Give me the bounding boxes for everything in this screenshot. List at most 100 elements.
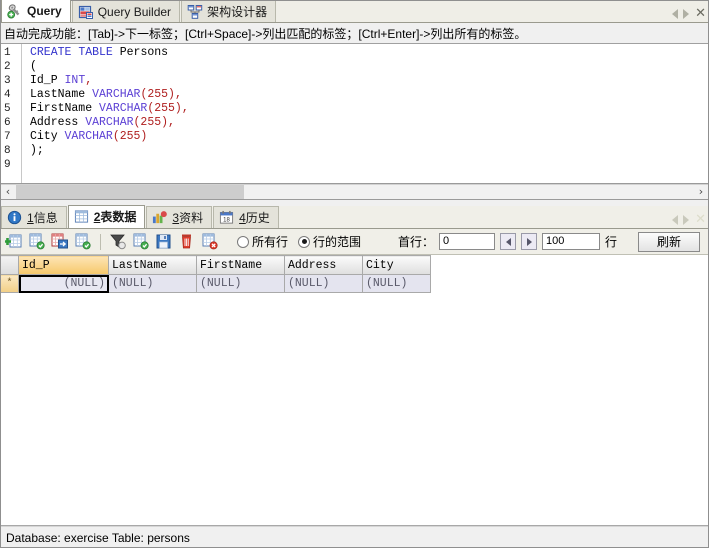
- sql-token: (255),: [147, 102, 189, 115]
- sql-token: (255),: [133, 116, 175, 129]
- sql-token: (: [30, 60, 37, 73]
- scroll-left-icon[interactable]: ‹: [0, 185, 16, 199]
- radio-all-rows[interactable]: 所有行: [237, 233, 288, 250]
- top-tab-strip: Query Query Builder 架构设计器 ✕: [0, 0, 709, 23]
- grid-cell-city[interactable]: (NULL): [362, 274, 431, 293]
- radio-row-range[interactable]: 行的范围: [298, 233, 361, 250]
- sql-editor[interactable]: 123456789 CREATE TABLE Persons(Id_P INT,…: [0, 44, 709, 184]
- grid-column-header-id_p[interactable]: Id_P: [18, 255, 109, 275]
- sql-token: LastName: [30, 88, 93, 101]
- top-strip-controls: ✕: [672, 7, 707, 20]
- sql-token: Address: [30, 116, 86, 129]
- add-row-icon[interactable]: [73, 232, 93, 252]
- result-tab-scroll-left-icon[interactable]: [672, 215, 679, 225]
- sql-line[interactable]: (: [30, 60, 709, 74]
- sql-line[interactable]: Id_P INT,: [30, 74, 709, 88]
- result-close-icon[interactable]: ✕: [694, 213, 707, 226]
- sql-token: Id_P: [30, 74, 65, 87]
- rows-unit-label: 行: [605, 235, 618, 249]
- result-tab-strip: 1信息 2表数据 3资料 18 4历史 ✕: [0, 205, 709, 229]
- sql-token: Persons: [119, 46, 169, 59]
- close-icon[interactable]: ✕: [694, 7, 707, 20]
- sql-line[interactable]: FirstName VARCHAR(255),: [30, 102, 709, 116]
- sql-line[interactable]: City VARCHAR(255): [30, 130, 709, 144]
- scrollbar-thumb[interactable]: [16, 185, 244, 199]
- grid-column-header-city[interactable]: City: [362, 255, 431, 275]
- sql-token: FirstName: [30, 102, 100, 115]
- sql-token: INT: [64, 74, 86, 87]
- sql-token: VARCHAR: [64, 130, 113, 143]
- line-number: 8: [4, 145, 11, 157]
- tab-profile-label: 资料: [179, 210, 204, 225]
- sql-line[interactable]: Address VARCHAR(255),: [30, 116, 709, 130]
- filter-icon[interactable]: [108, 232, 128, 252]
- tab-schema-designer-label: 架构设计器: [207, 4, 268, 19]
- radio-all-rows-dot: [237, 235, 249, 248]
- table-row[interactable]: * (NULL) (NULL) (NULL) (NULL) (NULL): [0, 274, 431, 293]
- delete-icon[interactable]: [177, 232, 197, 252]
- apply-row-icon[interactable]: [131, 232, 151, 252]
- grid-cell-lastname[interactable]: (NULL): [108, 274, 197, 293]
- sql-token: );: [30, 144, 44, 157]
- scrollbar-track[interactable]: [16, 185, 693, 199]
- row-count-input[interactable]: 100: [542, 233, 601, 250]
- sql-line[interactable]: [30, 158, 709, 172]
- tab-query-builder-label: Query Builder: [97, 4, 172, 19]
- insert-row-icon[interactable]: [4, 232, 24, 252]
- tab-query[interactable]: Query: [1, 0, 71, 22]
- data-toolbar: 所有行 行的范围 首行： 0 100 行 刷新: [0, 229, 709, 255]
- row-range-controls: 首行： 0 100 行: [398, 233, 617, 250]
- grid-column-header-address[interactable]: Address: [284, 255, 363, 275]
- tab-scroll-right-icon[interactable]: [683, 9, 690, 19]
- sql-code-text[interactable]: CREATE TABLE Persons(Id_P INT, LastName V…: [22, 44, 709, 183]
- tab-profile[interactable]: 3资料: [146, 206, 213, 228]
- tab-history[interactable]: 18 4历史: [213, 206, 279, 228]
- save-icon[interactable]: [154, 232, 174, 252]
- editor-horizontal-scrollbar[interactable]: ‹ ›: [0, 184, 709, 200]
- tab-schema-designer[interactable]: 架构设计器: [181, 0, 277, 22]
- tab-query-label: Query: [27, 4, 62, 18]
- cancel-row-icon[interactable]: [200, 232, 220, 252]
- grid-cell-id_p[interactable]: (NULL): [18, 274, 109, 293]
- sql-line[interactable]: LastName VARCHAR(255),: [30, 88, 709, 102]
- result-tab-scroll-right-icon[interactable]: [683, 215, 690, 225]
- tab-info-label: 信息: [33, 210, 58, 225]
- duplicate-row-icon[interactable]: [27, 232, 47, 252]
- first-row-input[interactable]: 0: [439, 233, 496, 250]
- grid-column-header-firstname[interactable]: FirstName: [196, 255, 285, 275]
- profile-chart-icon: [152, 210, 168, 226]
- sql-token: VARCHAR: [92, 88, 141, 101]
- status-bar-text: Database: exercise Table: persons: [6, 530, 190, 545]
- grid-cell-firstname[interactable]: (NULL): [196, 274, 285, 293]
- tab-info[interactable]: 1信息: [1, 206, 67, 228]
- line-number-gutter: 1 2 3 4 5 6 7 8 9: [0, 44, 22, 183]
- sql-line[interactable]: CREATE TABLE Persons: [30, 46, 709, 60]
- row-range-next-button[interactable]: [521, 233, 538, 250]
- row-range-prev-button[interactable]: [500, 233, 517, 250]
- grid-corner-cell[interactable]: [0, 255, 19, 275]
- data-grid[interactable]: Id_P LastName FirstName Address City * (NULL)…: [0, 255, 709, 526]
- tab-history-label: 历史: [245, 210, 270, 225]
- grid-column-header-lastname[interactable]: LastName: [108, 255, 197, 275]
- tab-table-data[interactable]: 2表数据: [67, 205, 146, 228]
- grid-header-row: Id_P LastName FirstName Address City: [0, 255, 431, 275]
- line-number: 1: [4, 47, 11, 59]
- database-client-window: Query Query Builder 架构设计器 ✕ 自动完成功能：[Tab]…: [0, 0, 709, 548]
- svg-text:18: 18: [223, 217, 230, 223]
- export-row-icon[interactable]: [50, 232, 70, 252]
- row-marker[interactable]: *: [0, 274, 19, 293]
- query-builder-grid-icon: [78, 4, 94, 20]
- scroll-right-icon[interactable]: ›: [693, 185, 709, 199]
- line-number: 5: [4, 103, 11, 115]
- row-scope-radio-group: 所有行 行的范围: [237, 233, 361, 250]
- grid-cell-address[interactable]: (NULL): [284, 274, 363, 293]
- sql-line[interactable]: );: [30, 144, 709, 158]
- tab-scroll-left-icon[interactable]: [672, 9, 679, 19]
- table-data-icon: [74, 209, 90, 225]
- refresh-button[interactable]: 刷新: [638, 231, 701, 252]
- autocomplete-hint-text: 自动完成功能：[Tab]->下一标签；[Ctrl+Space]->列出匹配的标签…: [4, 26, 527, 41]
- autocomplete-hint-bar: 自动完成功能：[Tab]->下一标签；[Ctrl+Space]->列出匹配的标签…: [0, 23, 709, 44]
- tab-query-builder[interactable]: Query Builder: [71, 0, 181, 22]
- chevron-right-icon: [526, 237, 532, 246]
- sql-token: (255): [112, 130, 148, 143]
